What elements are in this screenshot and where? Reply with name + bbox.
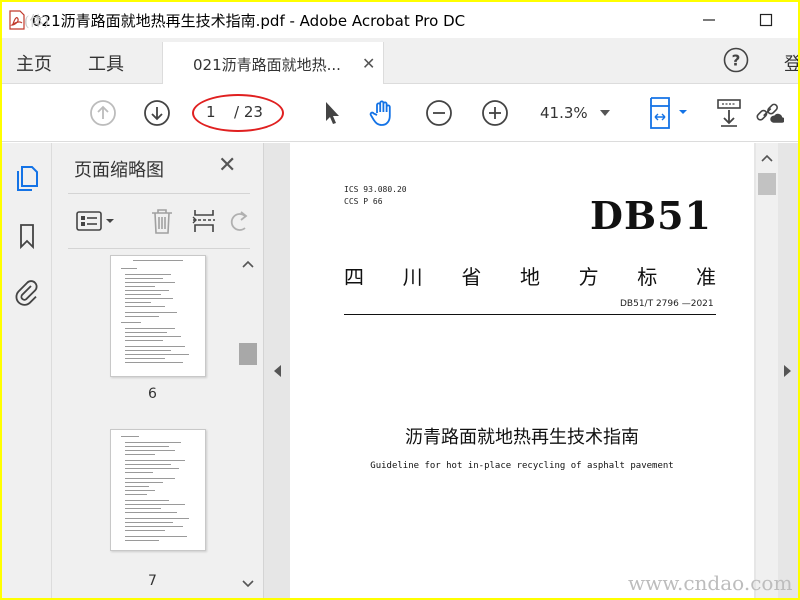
document-title-english: Guideline for hot in-place recycling of … [370,461,674,471]
thumbnails-icon [17,166,38,191]
share-link-icon [756,103,784,123]
standard-title-char: 四 [344,265,364,289]
standard-title-char: 省 [461,265,482,289]
watermark-text: (体) [24,14,49,30]
thumbnail-options-icon [76,211,114,231]
rotate-page-button[interactable] [228,206,252,236]
bookmarks-button[interactable] [13,221,41,251]
pdf-page: ICS 93.080.20 CCS P 66 DB51 四 川 省 地 方 标 … [290,143,754,598]
zoom-dropdown-icon[interactable] [600,110,610,116]
minimize-icon [703,19,715,21]
delete-icon [152,209,172,234]
thumbnail-page-label: 6 [148,386,157,402]
menu-tools[interactable]: 工具 [88,50,124,76]
page-thumbnail[interactable] [110,255,206,377]
fit-page-icon [650,97,687,129]
scroll-up-icon[interactable] [241,259,255,269]
page-up-icon [90,100,116,126]
zoom-in-button[interactable] [480,98,510,128]
standard-title-char: 标 [637,265,658,289]
hand-tool-button[interactable] [368,98,398,128]
thumbnails-button[interactable] [13,163,41,193]
hand-tool-icon [369,100,391,126]
standard-code: DB51 [590,193,712,238]
scroll-mode-button[interactable] [714,98,744,128]
document-view: ICS 93.080.20 CCS P 66 DB51 四 川 省 地 方 标 … [264,143,798,598]
insert-page-button[interactable] [190,206,218,236]
window-title: 021沥青路面就地热再生技术指南.pdf - Adobe Acrobat Pro… [32,12,466,30]
thumbnail-page-label: 7 [148,573,157,589]
document-scrollbar[interactable] [756,143,778,598]
zoom-out-icon [426,100,452,126]
document-tab[interactable]: 021沥青路面就地热... ✕ [162,42,384,85]
ccs-code: CCS P 66 [344,197,383,206]
acrobat-window: 021沥青路面就地热再生技术指南.pdf - Adobe Acrobat Pro… [2,2,798,598]
menu-bar: 主页 工具 021沥青路面就地热... ✕ ? 登 [2,38,798,85]
zoom-level[interactable]: 41.3% [540,104,588,122]
standard-title-char: 川 [402,265,423,289]
panel-toolbar [68,193,250,249]
document-scroll-thumb[interactable] [758,173,776,195]
thumbnail-panel: 页面缩略图 ✕ 6 7 [52,143,264,598]
collapse-left-panel-icon[interactable] [274,365,281,377]
scroll-down-icon[interactable] [241,579,255,589]
site-watermark: www.cndao.com [628,571,793,595]
page-thumbnail[interactable] [110,429,206,551]
fit-page-button[interactable] [646,97,692,129]
select-tool-button[interactable] [316,98,346,128]
scroll-mode-icon [717,99,741,127]
attachments-button[interactable] [13,277,41,307]
panel-scrollbar[interactable] [238,255,258,595]
close-panel-icon[interactable]: ✕ [218,153,236,178]
zoom-in-icon [482,100,508,126]
next-page-button[interactable] [142,98,172,128]
standard-number: DB51/T 2796 —2021 [620,299,714,309]
attachment-icon [15,280,38,306]
expand-right-panel-icon[interactable] [784,365,791,377]
help-icon[interactable]: ? [722,46,750,74]
toolbar: 1 / 23 41.3% [2,84,798,142]
maximize-button[interactable] [754,8,778,32]
delete-page-button[interactable] [148,206,176,236]
standard-category-title: 四 川 省 地 方 标 准 [344,261,716,290]
title-bar: 021沥青路面就地热再生技术指南.pdf - Adobe Acrobat Pro… [2,2,798,38]
zoom-out-button[interactable] [424,98,454,128]
login-link[interactable]: 登 [784,50,798,76]
navigation-rail [2,143,52,598]
svg-text:?: ? [732,52,741,70]
page-down-icon [144,100,170,126]
panel-title: 页面缩略图 [74,160,164,181]
select-arrow-icon [326,102,339,124]
divider [344,314,716,315]
document-title-chinese: 沥青路面就地热再生技术指南 [405,427,639,448]
minimize-button[interactable] [697,8,721,32]
insert-page-icon [192,210,215,232]
annotation-ellipse [192,94,284,132]
close-tab-icon[interactable]: ✕ [362,54,375,73]
rotate-icon [230,211,248,231]
previous-page-button[interactable] [88,98,118,128]
standard-title-char: 地 [519,265,540,289]
doc-scroll-up-icon[interactable] [760,153,774,163]
document-tab-label: 021沥青路面就地热... [193,56,341,74]
thumbnail-options-button[interactable] [76,206,116,236]
standard-title-char: 准 [695,265,716,289]
share-link-button[interactable] [754,98,784,128]
standard-title-char: 方 [578,265,599,289]
bookmark-icon [20,224,34,250]
menu-home[interactable]: 主页 [16,50,52,76]
panel-scroll-thumb[interactable] [239,343,257,365]
ics-code: ICS 93.080.20 [344,185,407,194]
maximize-icon [759,13,773,27]
